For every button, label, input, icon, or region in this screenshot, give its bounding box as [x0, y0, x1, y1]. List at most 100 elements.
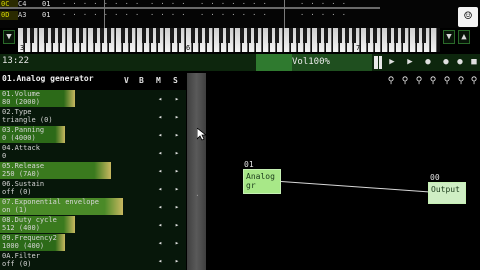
parameter-row[interactable]: 09.Frequency2 1000 (400) ◂ ▸ — [0, 234, 186, 252]
record-button[interactable]: ● — [420, 55, 436, 70]
increase-arrow-icon[interactable]: ▸ — [173, 220, 181, 230]
black-key[interactable] — [303, 28, 307, 43]
black-key[interactable] — [170, 28, 174, 43]
increase-arrow-icon[interactable]: ▸ — [173, 112, 181, 122]
black-key[interactable] — [401, 28, 405, 43]
module-tool-icon[interactable]: ⚲ — [426, 74, 440, 88]
parameter-row[interactable]: 05.Release 250 (7A0) ◂ ▸ — [0, 162, 186, 180]
black-key[interactable] — [373, 28, 377, 43]
black-key[interactable] — [128, 28, 132, 43]
parameter-row[interactable]: 07.Exponential envelope on (1) ◂ ▸ — [0, 198, 186, 216]
module-tool-icon[interactable]: ⚲ — [440, 74, 454, 88]
decrease-arrow-icon[interactable]: ◂ — [156, 202, 164, 212]
black-key[interactable] — [240, 28, 244, 43]
increase-arrow-icon[interactable]: ▸ — [173, 238, 181, 248]
black-key[interactable] — [394, 28, 398, 43]
black-key[interactable] — [268, 28, 272, 43]
pattern-editor[interactable]: 0C C4 01 · · · · · · · · · · · · · · · ·… — [0, 0, 480, 28]
black-key[interactable] — [317, 28, 321, 43]
black-key[interactable] — [345, 28, 349, 43]
black-key[interactable] — [324, 28, 328, 43]
black-key[interactable] — [338, 28, 342, 43]
stop-button[interactable]: ■ — [466, 55, 480, 70]
black-key[interactable] — [289, 28, 293, 43]
play-from-start-button[interactable]: ▶ — [384, 55, 400, 70]
decrease-arrow-icon[interactable]: ◂ — [156, 112, 164, 122]
black-key[interactable] — [72, 28, 76, 43]
decrease-arrow-icon[interactable]: ◂ — [156, 166, 164, 176]
scroll-down-button[interactable]: ▼ — [443, 30, 455, 44]
black-key[interactable] — [149, 28, 153, 43]
black-key[interactable] — [142, 28, 146, 43]
octave-down-button[interactable]: ▼ — [3, 30, 15, 44]
black-key[interactable] — [30, 28, 34, 43]
black-key[interactable] — [422, 28, 426, 43]
pattern-row[interactable]: 0D A3 01 · · · · · · · · · · · · · · · ·… — [0, 11, 380, 20]
black-key[interactable] — [275, 28, 279, 43]
increase-arrow-icon[interactable]: ▸ — [173, 130, 181, 140]
parameter-row[interactable]: 04.Attack 0 ◂ ▸ — [0, 144, 186, 162]
black-key[interactable] — [23, 28, 27, 43]
black-key[interactable] — [100, 28, 104, 43]
increase-arrow-icon[interactable]: ▸ — [173, 148, 181, 158]
parameter-row[interactable]: 08.Duty cycle 512 (400) ◂ ▸ — [0, 216, 186, 234]
increase-arrow-icon[interactable]: ▸ — [173, 184, 181, 194]
decrease-arrow-icon[interactable]: ◂ — [156, 148, 164, 158]
increase-arrow-icon[interactable]: ▸ — [173, 94, 181, 104]
black-key[interactable] — [177, 28, 181, 43]
panel-splitter[interactable]: · — [187, 73, 206, 270]
analog-generator-module[interactable]: Analog gr — [243, 169, 281, 194]
parameter-row[interactable]: 01.Volume 80 (2000) ◂ ▸ — [0, 90, 186, 108]
decrease-arrow-icon[interactable]: ◂ — [156, 220, 164, 230]
module-tool-icon[interactable]: ⚲ — [398, 74, 412, 88]
pattern-cursor-line — [0, 7, 380, 9]
scroll-up-button[interactable]: ▲ — [458, 30, 470, 44]
black-key[interactable] — [226, 28, 230, 43]
black-key[interactable] — [191, 28, 195, 43]
app-logo-icon[interactable]: ☺ — [458, 7, 478, 27]
black-key[interactable] — [107, 28, 111, 43]
white-key[interactable] — [431, 28, 437, 52]
module-canvas[interactable]: 01 Analog gr 00 Output — [206, 90, 480, 270]
black-key[interactable] — [58, 28, 62, 43]
module-tool-icon[interactable]: ⚲ — [384, 74, 398, 88]
parameter-name: 07.Exponential envelope — [2, 198, 99, 206]
decrease-arrow-icon[interactable]: ◂ — [156, 238, 164, 248]
increase-arrow-icon[interactable]: ▸ — [173, 166, 181, 176]
black-key[interactable] — [415, 28, 419, 43]
black-key[interactable] — [198, 28, 202, 43]
parameter-row[interactable]: 0A.Filter off (0) ◂ ▸ — [0, 252, 186, 270]
black-key[interactable] — [51, 28, 55, 43]
play-button[interactable]: ▶ — [402, 55, 418, 70]
parameter-row[interactable]: 02.Type triangle (0) ◂ ▸ — [0, 108, 186, 126]
module-tool-icon[interactable]: ⚲ — [412, 74, 426, 88]
black-key[interactable] — [387, 28, 391, 43]
output-module[interactable]: Output — [428, 182, 466, 204]
increase-arrow-icon[interactable]: ▸ — [173, 256, 181, 266]
black-key[interactable] — [156, 28, 160, 43]
black-key[interactable] — [121, 28, 125, 43]
black-key[interactable] — [205, 28, 209, 43]
increase-arrow-icon[interactable]: ▸ — [173, 202, 181, 212]
decrease-arrow-icon[interactable]: ◂ — [156, 256, 164, 266]
decrease-arrow-icon[interactable]: ◂ — [156, 94, 164, 104]
black-key[interactable] — [366, 28, 370, 43]
parameter-row[interactable]: 03.Panning 0 (4000) ◂ ▸ — [0, 126, 186, 144]
module-tool-icon[interactable]: ⚲ — [467, 74, 480, 88]
module-id-label: 00 — [430, 173, 440, 182]
black-key[interactable] — [44, 28, 48, 43]
decrease-arrow-icon[interactable]: ◂ — [156, 184, 164, 194]
piano-keyboard[interactable]: 34567 — [18, 28, 440, 52]
black-key[interactable] — [79, 28, 83, 43]
decrease-arrow-icon[interactable]: ◂ — [156, 130, 164, 140]
parameter-row[interactable]: 06.Sustain off (0) ◂ ▸ — [0, 180, 186, 198]
black-key[interactable] — [296, 28, 300, 43]
parameter-value: on (1) — [2, 206, 28, 214]
black-key[interactable] — [254, 28, 258, 43]
module-tool-icon[interactable]: ⚲ — [454, 74, 468, 88]
black-key[interactable] — [93, 28, 97, 43]
black-key[interactable] — [247, 28, 251, 43]
module-name: Analog gr — [246, 172, 275, 190]
black-key[interactable] — [352, 28, 356, 43]
black-key[interactable] — [219, 28, 223, 43]
